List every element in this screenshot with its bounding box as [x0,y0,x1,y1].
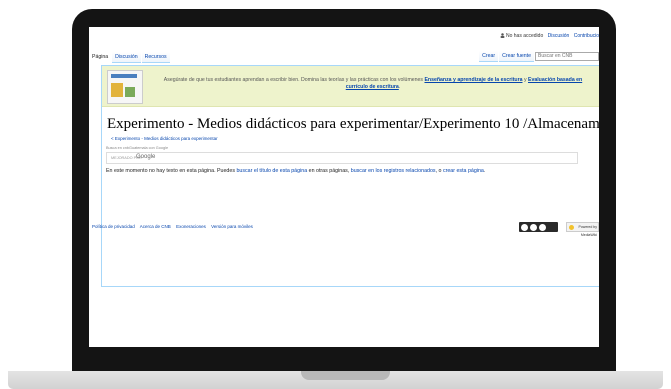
tab-create-source[interactable]: Crear fuente [499,51,534,62]
content-area: Asegúrate de que tus estudiantes aprenda… [101,65,599,287]
book-cover-image[interactable] [107,70,143,104]
book-cover-figure-2 [125,87,135,97]
tab-page[interactable]: Página [89,52,112,63]
laptop-notch [301,371,390,380]
no-text-middle: en otras páginas, [308,168,350,174]
contributions-link[interactable]: Contribucio [574,33,599,39]
footer-about-link[interactable]: Acerca de CNB [140,224,171,229]
footer-privacy-link[interactable]: Política de privacidad [92,224,135,229]
tab-discussion[interactable]: Discusión [112,52,141,63]
site-notice-text: Asegúrate de que tus estudiantes aprenda… [163,77,583,90]
user-icon [500,33,505,39]
site-notice-conjunction: y [523,77,527,83]
book-cover-figure [111,83,123,97]
mediawiki-icon [569,225,574,230]
namespace-tabs: Página Discusión Recursos [89,52,171,63]
browser-viewport: No has accedido Discusión Contribucio Pá… [89,27,599,347]
not-logged-in-text: No has accedido [505,33,544,39]
search-title-link[interactable]: buscar el título de esta página [236,168,307,174]
cc-icon [521,223,528,231]
no-text-message: En este momento no hay texto en esta pág… [106,168,485,174]
book-cover-header [111,74,137,78]
footer-links: Política de privacidad Acerca de CNB Exo… [92,224,257,229]
search-logs-link[interactable]: buscar en los registros relacionados [351,168,436,174]
tab-create[interactable]: Crear [479,51,499,62]
site-notice-banner: Asegúrate de que tus estudiantes aprenda… [102,66,599,107]
personal-tools: No has accedido Discusión Contribucio [500,33,599,39]
google-search-box[interactable]: MEJORADO POR Google [106,152,578,164]
view-tabs: Crear Crear fuente [479,51,599,62]
footer-mobile-link[interactable]: Versión para móviles [211,224,253,229]
powered-by-mediawiki-badge[interactable]: Powered by MediaWiki [566,222,599,237]
creative-commons-badge[interactable] [519,222,558,232]
no-text-end: . [483,168,486,174]
sa-icon [539,223,546,231]
tab-resources[interactable]: Recursos [141,52,170,63]
google-search-label: Busca en cnbGuatemala con Google [106,146,169,150]
footer-disclaimers-link[interactable]: Exoneraciones [176,224,206,229]
create-page-link[interactable]: crear esta página [443,168,484,174]
mediawiki-label: Powered by MediaWiki [578,225,597,237]
no-text-or: , o [435,168,442,174]
discussion-link[interactable]: Discusión [548,33,570,39]
search-input[interactable] [535,52,599,61]
no-text-intro: En este momento no hay texto en esta pág… [106,168,235,174]
breadcrumb-link[interactable]: < Experimento - Medios didácticos para e… [111,136,218,141]
google-logo: Google [136,154,156,160]
page-title: Experimento - Medios didácticos para exp… [107,116,599,132]
by-icon [530,223,537,231]
writing-teaching-link[interactable]: Enseñanza y aprendizaje de la escritura [424,77,522,83]
site-notice-intro: Asegúrate de que tus estudiantes aprenda… [163,77,424,83]
curriculum-assessment-link[interactable]: Evaluación basada en [528,77,582,83]
curriculum-assessment-link-cont[interactable]: currículo de escritura [346,84,399,90]
